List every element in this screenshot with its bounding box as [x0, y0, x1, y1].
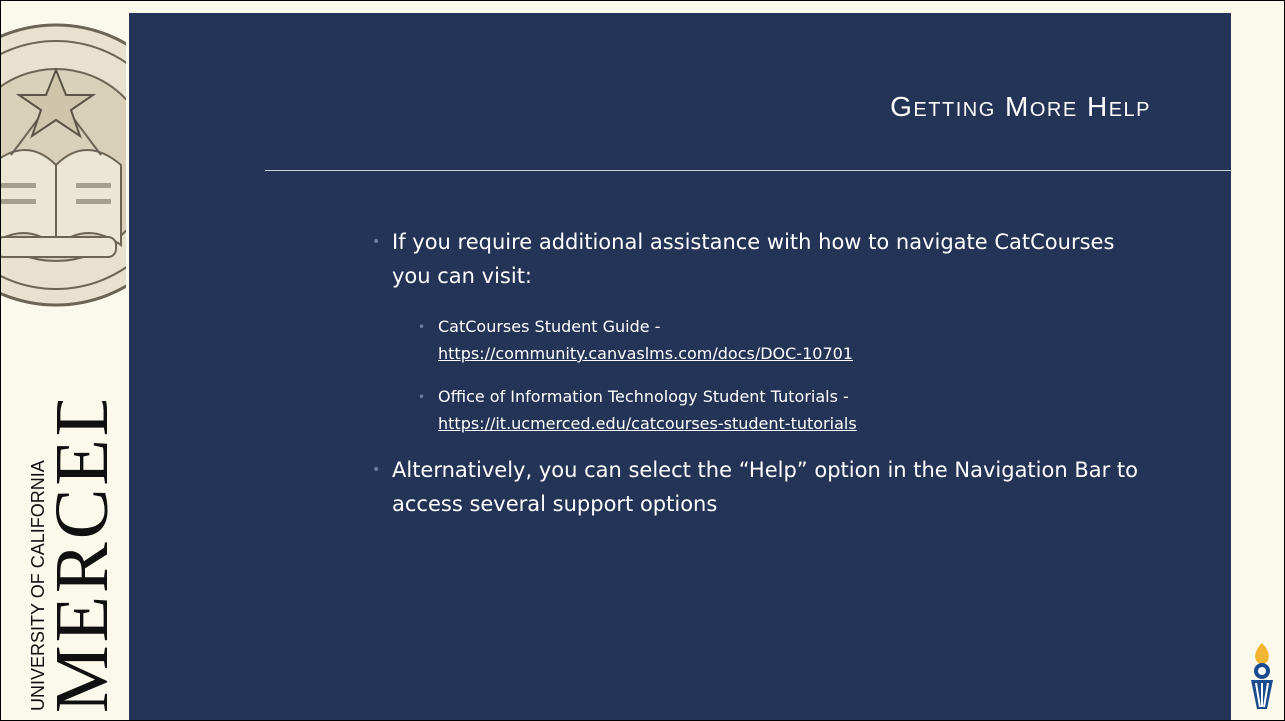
svg-text:MERCED: MERCED — [40, 401, 119, 713]
university-wordmark-logo: UNIVERSITY OF CALIFORNIA MERCED — [28, 401, 119, 713]
student-guide-label: CatCourses Student Guide - — [438, 317, 661, 336]
oit-tutorials-link[interactable]: https://it.ucmerced.edu/catcourses-stude… — [438, 414, 857, 433]
slide-frame: UNIVERSITY OF CALIFORNIA MERCED Getting … — [0, 0, 1285, 721]
university-seal-logo — [1, 23, 126, 307]
slide-title: Getting More Help — [890, 91, 1151, 122]
sub-bullet-marker: • — [418, 390, 426, 404]
sub-bullet-marker: • — [418, 320, 426, 334]
sub-bullet-student-guide: • CatCourses Student Guide - https://com… — [418, 313, 1144, 367]
bullet-marker: • — [372, 462, 381, 478]
slide-bullets: • If you require additional assistance w… — [372, 225, 1144, 541]
oit-tutorials-label: Office of Information Technology Student… — [438, 387, 849, 406]
right-brand-strip — [1231, 1, 1284, 720]
bullet-text: If you require additional assistance wit… — [392, 230, 1115, 288]
slide-content-panel: Getting More Help • If you require addit… — [129, 13, 1231, 720]
bullet-text: Alternatively, you can select the “Help”… — [392, 458, 1139, 516]
title-divider — [265, 170, 1231, 171]
sub-bullet-oit-tutorials: • Office of Information Technology Stude… — [418, 383, 1144, 437]
student-guide-link[interactable]: https://community.canvaslms.com/docs/DOC… — [438, 344, 853, 363]
torch-logo — [1251, 643, 1273, 709]
bullet-navigation-help: • Alternatively, you can select the “Hel… — [372, 453, 1144, 521]
bullet-help-resources: • If you require additional assistance w… — [372, 225, 1144, 293]
bullet-marker: • — [372, 234, 381, 250]
left-brand-strip: UNIVERSITY OF CALIFORNIA MERCED — [1, 1, 129, 720]
